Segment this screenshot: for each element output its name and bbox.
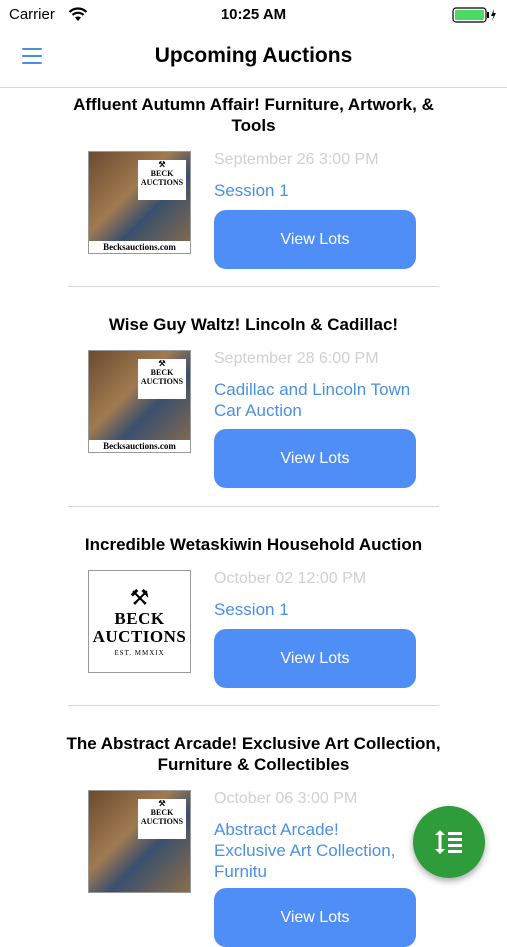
sort-icon <box>435 830 462 854</box>
auction-thumbnail[interactable]: ⚒ BECK AUCTIONS EST. MMXIX <box>88 570 191 673</box>
auction-date: October 02 12:00 PM <box>214 570 367 587</box>
battery-icon <box>452 7 498 28</box>
gavel-icon: ⚒ <box>158 160 166 169</box>
nav-bar: Upcoming Auctions <box>0 30 507 88</box>
beck-logo: ⚒ BECK AUCTIONS <box>138 160 186 200</box>
auction-title: Incredible Wetaskiwin Household Auction <box>84 535 423 554</box>
status-bar: Carrier 10:25 AM <box>0 0 507 30</box>
auction-date: October 06 3:00 PM <box>214 790 358 807</box>
auction-thumbnail[interactable]: ⚒ BECK AUCTIONS <box>88 790 191 893</box>
auction-list: Affluent Autumn Affair! Furniture, Artwo… <box>0 88 507 947</box>
crossed-gavels-icon: ⚒ <box>129 585 150 610</box>
thumbnail-site-label: Becksauctions.com <box>89 241 190 253</box>
status-time: 10:25 AM <box>220 6 287 23</box>
auction-session-link[interactable]: Session 1 <box>214 599 414 620</box>
auction-title: Wise Guy Waltz! Lincoln & Cadillac! <box>108 315 399 334</box>
view-lots-button[interactable]: View Lots <box>214 210 416 269</box>
view-lots-button[interactable]: View Lots <box>214 629 416 688</box>
auction-date: September 26 3:00 PM <box>214 151 379 168</box>
auction-thumbnail[interactable]: ⚒ BECK AUCTIONS Becksauctions.com <box>88 151 191 254</box>
auction-thumbnail[interactable]: ⚒ BECK AUCTIONS Becksauctions.com <box>88 350 191 453</box>
auction-session-link[interactable]: Abstract Arcade! Exclusive Art Collectio… <box>214 819 414 882</box>
thumbnail-site-label: Becksauctions.com <box>89 440 190 452</box>
view-lots-button[interactable]: View Lots <box>214 429 416 488</box>
gavel-icon: ⚒ <box>158 799 166 808</box>
beck-logo: ⚒ BECK AUCTIONS <box>138 799 186 839</box>
view-lots-button[interactable]: View Lots <box>214 888 416 947</box>
sort-button[interactable] <box>413 806 485 878</box>
auction-title: Affluent Autumn Affair! Furniture, Artwo… <box>73 95 434 135</box>
page-title: Upcoming Auctions <box>154 44 353 67</box>
auction-session-link[interactable]: Cadillac and Lincoln Town Car Auction <box>214 379 414 421</box>
gavel-icon: ⚒ <box>158 359 166 368</box>
auction-title: The Abstract Arcade! Exclusive Art Colle… <box>66 734 441 774</box>
auction-session-link[interactable]: Session 1 <box>214 180 414 201</box>
auction-card: Wise Guy Waltz! Lincoln & Cadillac! ⚒ BE… <box>0 287 507 506</box>
beck-logo: ⚒ BECK AUCTIONS <box>138 359 186 399</box>
auction-date: September 28 6:00 PM <box>214 350 379 367</box>
auction-card: Incredible Wetaskiwin Household Auction … <box>0 507 507 705</box>
auction-card: Affluent Autumn Affair! Furniture, Artwo… <box>0 88 507 286</box>
